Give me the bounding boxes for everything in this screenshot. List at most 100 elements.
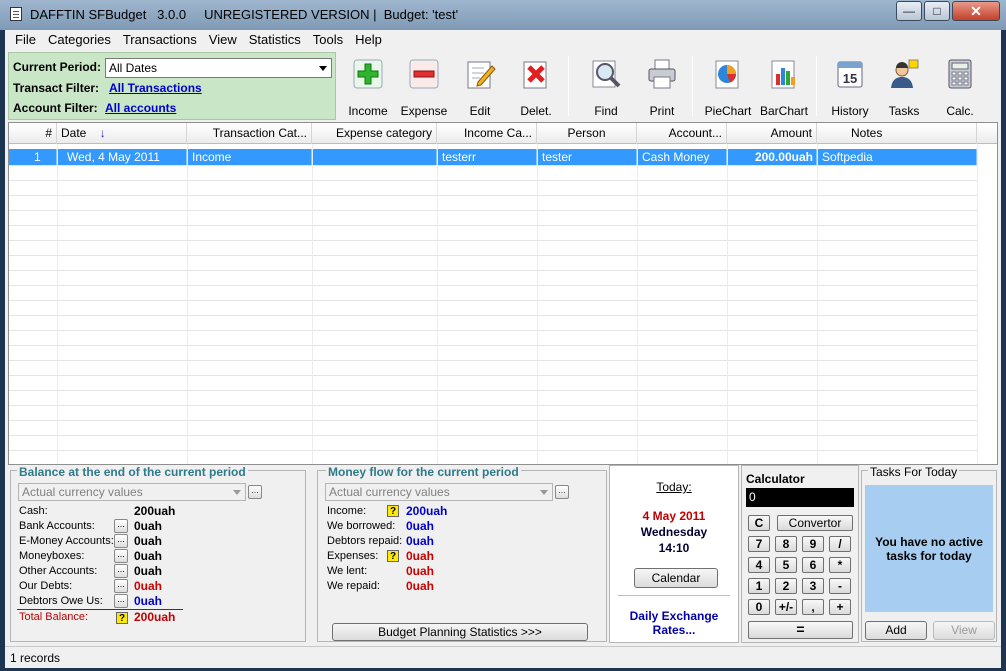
app-icon[interactable] [10,7,22,21]
moneybox-details-button[interactable]: ... [114,549,128,563]
moneyflow-more-button[interactable]: ... [555,485,569,499]
income-button[interactable]: Income [340,52,396,120]
calc-key-decimal[interactable]: , [802,599,824,615]
calc-key-multiply[interactable]: * [829,557,851,573]
other-value: 0uah [134,564,163,578]
history-label: History [831,104,869,118]
calc-button[interactable]: Calc. [932,52,988,120]
calc-key-1[interactable]: 1 [748,578,770,594]
menu-categories[interactable]: Categories [42,31,117,49]
calc-key-4[interactable]: 4 [748,557,770,573]
view-task-button[interactable]: View [933,621,995,640]
col-person[interactable]: Person [537,123,637,144]
calc-key-5[interactable]: 5 [775,557,797,573]
grid-column-line [977,144,978,464]
maximize-button[interactable]: □ [924,1,950,21]
calc-key-plus[interactable]: + [829,599,851,615]
help-icon[interactable]: ? [387,505,399,517]
account-filter-link[interactable]: All accounts [105,101,176,115]
calc-key-0[interactable]: 0 [748,599,770,615]
edit-label: Edit [469,104,491,118]
total-balance-label: Total Balance: [19,611,89,623]
menu-view[interactable]: View [203,31,243,49]
table-row[interactable]: 1 Wed, 4 May 2011 Income testerr tester … [9,149,977,165]
col-income-category[interactable]: Income Ca... [437,123,537,144]
today-panel: Today: 4 May 2011 Wednesday 14:10 Calend… [609,465,739,643]
history-button[interactable]: 15 History [822,52,878,120]
calc-key-9[interactable]: 9 [802,536,824,552]
col-expense-category[interactable]: Expense category [312,123,437,144]
calc-clear-button[interactable]: C [748,515,770,531]
balance-currency-select[interactable]: Actual currency values [18,483,246,501]
calc-convertor-button[interactable]: Convertor [777,515,853,531]
menu-file[interactable]: File [9,31,42,49]
grid-column-line [537,144,538,464]
edit-button[interactable]: Edit [452,52,508,120]
col-num[interactable]: # [9,123,57,144]
grid-line [9,225,977,226]
flow-expenses-label: Expenses: [327,550,379,562]
calc-equals-button[interactable]: = [748,621,853,639]
calc-key-8[interactable]: 8 [775,536,797,552]
help-icon[interactable]: ? [116,612,128,624]
grid-column-line [187,144,188,464]
menu-transactions[interactable]: Transactions [117,31,203,49]
balance-more-button[interactable]: ... [248,485,262,499]
close-button[interactable]: ✕ [952,1,1000,21]
balance-panel: Balance at the end of the current period… [10,465,306,642]
minimize-button[interactable]: — [896,1,922,21]
calc-key-negate[interactable]: +/- [775,599,797,615]
menu-bar: File Categories Transactions View Statis… [5,30,1001,50]
debts-details-button[interactable]: ... [114,579,128,593]
piechart-button[interactable]: PieChart [700,52,756,120]
calc-key-7[interactable]: 7 [748,536,770,552]
col-date[interactable]: Date ↓ [57,123,187,144]
menu-tools[interactable]: Tools [307,31,349,49]
col-account[interactable]: Account... [637,123,727,144]
debtors-details-button[interactable]: ... [114,594,128,608]
moneyflow-title: Money flow for the current period [326,465,521,479]
calculator-icon [948,59,972,89]
bar-chart-icon [771,60,795,89]
cell-account: Cash Money [637,149,727,165]
budget-planning-stats-button[interactable]: Budget Planning Statistics >>> [332,623,588,641]
other-details-button[interactable]: ... [114,564,128,578]
col-amount[interactable]: Amount [727,123,817,144]
print-button[interactable]: Print [634,52,690,120]
today-date: 4 May 2011 [642,509,706,523]
calc-key-3[interactable]: 3 [802,578,824,594]
transact-filter-link[interactable]: All Transactions [109,81,202,95]
window-title: DAFFTIN SFBudget 3.0.0 UNREGISTERED VERS… [30,7,459,22]
tasks-button[interactable]: Tasks [876,52,932,120]
exchange-rates-link-line2[interactable]: Rates... [610,623,738,637]
period-value: All Dates [109,61,158,75]
flow-werepaid-value: 0uah [406,579,435,593]
menu-help[interactable]: Help [349,31,388,49]
bank-details-button[interactable]: ... [114,519,128,533]
exchange-rates-link-line1[interactable]: Daily Exchange [610,609,738,623]
grid-line [9,210,977,211]
find-button[interactable]: Find [578,52,634,120]
chevron-down-icon [233,490,241,495]
calc-key-divide[interactable]: / [829,536,851,552]
barchart-button[interactable]: BarChart [756,52,812,120]
emoney-details-button[interactable]: ... [114,534,128,548]
add-task-button[interactable]: Add [865,621,927,640]
calendar-button[interactable]: Calendar [634,568,718,588]
help-icon[interactable]: ? [387,550,399,562]
delete-button[interactable]: Delet. [508,52,564,120]
period-select[interactable]: All Dates [105,58,332,78]
expense-button[interactable]: Expense [396,52,452,120]
moneyflow-currency-select[interactable]: Actual currency values [325,483,553,501]
col-notes[interactable]: Notes [817,123,977,144]
calc-key-6[interactable]: 6 [802,557,824,573]
calc-key-minus[interactable]: - [829,578,851,594]
income-label: Income [348,104,388,118]
emoney-value: 0uah [134,534,163,548]
filter-panel: Current Period: All Dates Transact Filte… [8,52,336,120]
grid-line [9,375,977,376]
col-transaction-cat[interactable]: Transaction Cat... [187,123,312,144]
calc-key-2[interactable]: 2 [775,578,797,594]
menu-statistics[interactable]: Statistics [243,31,307,49]
transactions-grid[interactable]: # Date ↓ Transaction Cat... Expense cate… [8,122,998,465]
